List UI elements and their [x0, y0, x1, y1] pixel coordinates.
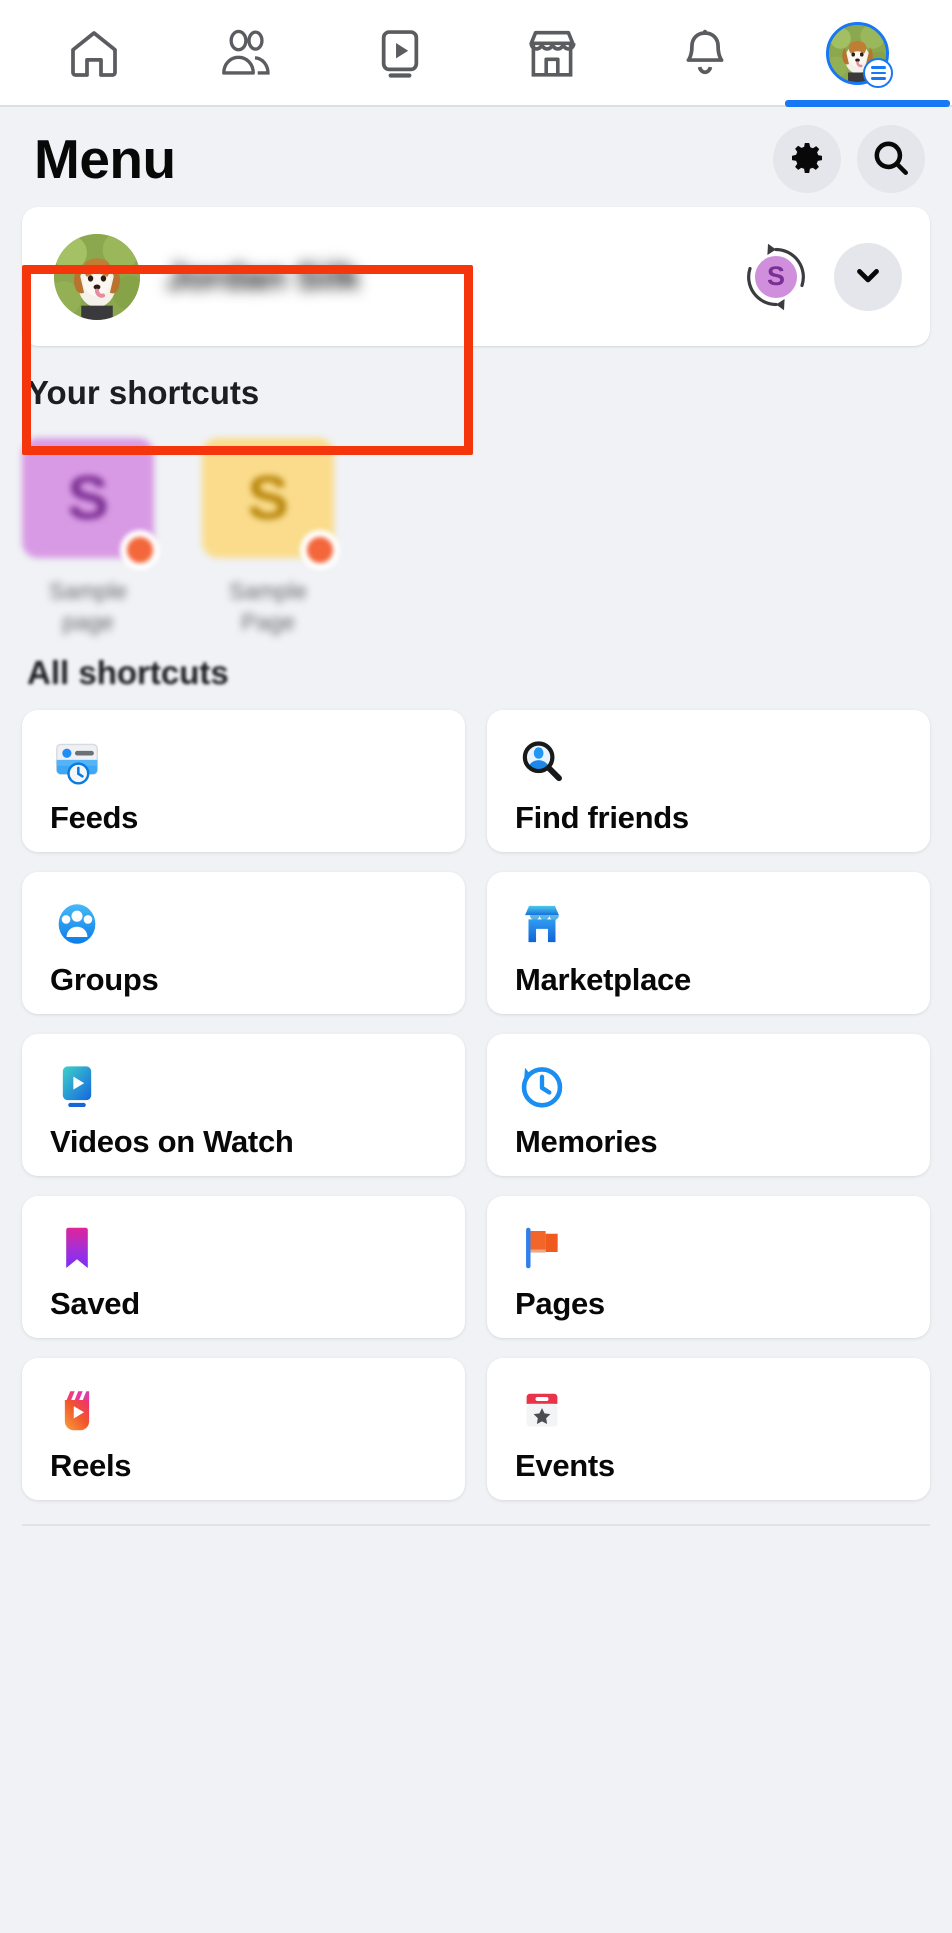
switch-profile-button[interactable]: S [740, 241, 812, 313]
shortcut-badge-icon [300, 530, 340, 570]
nav-avatar-wrapper[interactable] [826, 22, 889, 85]
menu-tile-videos-on-watch[interactable]: Videos on Watch [22, 1034, 465, 1176]
hamburger-menu-badge-icon [863, 58, 893, 88]
video-icon [372, 26, 428, 82]
settings-button[interactable] [773, 125, 841, 193]
menu-tile-label: Saved [50, 1286, 441, 1322]
menu-tile-label: Groups [50, 962, 441, 998]
search-button[interactable] [857, 125, 925, 193]
menu-tile-marketplace[interactable]: Marketplace [487, 872, 930, 1014]
menu-grid: Feeds Find friends [0, 692, 952, 1500]
shortcut-label: Sample Page [202, 576, 334, 638]
profile-controls: S [740, 241, 902, 313]
list-item[interactable]: S Sample Page [202, 438, 334, 638]
nav-item-friends[interactable] [171, 0, 324, 107]
menu-tile-reels[interactable]: Reels [22, 1358, 465, 1500]
bottom-divider [22, 1524, 930, 1526]
chevron-down-icon [851, 258, 885, 295]
watch-video-icon [50, 1056, 441, 1116]
nav-item-marketplace[interactable] [476, 0, 629, 107]
menu-tile-pages[interactable]: Pages [487, 1196, 930, 1338]
menu-tile-events[interactable]: Events [487, 1358, 930, 1500]
menu-tile-label: Marketplace [515, 962, 906, 998]
memories-clock-icon [515, 1056, 906, 1116]
marketplace-icon [523, 25, 581, 83]
groups-icon [50, 894, 441, 954]
profile-section: Jordan Silk S [0, 207, 952, 346]
your-shortcuts-title: Your shortcuts [0, 346, 952, 412]
profile-name: Jordan Silk [166, 256, 360, 298]
gear-icon [787, 138, 827, 181]
nav-item-notifications[interactable] [629, 0, 782, 107]
page-header: Menu [0, 107, 952, 207]
page-title: Menu [34, 127, 176, 191]
menu-tile-feeds[interactable]: Feeds [22, 710, 465, 852]
header-actions [773, 125, 925, 193]
menu-tile-label: Memories [515, 1124, 906, 1160]
nav-item-video[interactable] [323, 0, 476, 107]
home-icon [66, 26, 122, 82]
pages-flag-icon [515, 1218, 906, 1278]
bell-icon [677, 26, 733, 82]
events-calendar-icon [515, 1380, 906, 1440]
menu-tile-label: Reels [50, 1448, 441, 1484]
menu-tile-saved[interactable]: Saved [22, 1196, 465, 1338]
menu-tile-label: Events [515, 1448, 906, 1484]
feeds-icon [50, 732, 441, 792]
top-navigation-bar [0, 0, 952, 107]
menu-tile-label: Find friends [515, 800, 906, 836]
saved-bookmark-icon [50, 1218, 441, 1278]
menu-tile-find-friends[interactable]: Find friends [487, 710, 930, 852]
menu-tile-label: Videos on Watch [50, 1124, 441, 1160]
shortcut-label: Sample page [22, 576, 154, 638]
friends-icon [218, 25, 276, 83]
avatar [54, 234, 140, 320]
menu-tile-memories[interactable]: Memories [487, 1034, 930, 1176]
list-item[interactable]: S Sample page [22, 438, 154, 638]
menu-tile-label: Pages [515, 1286, 906, 1322]
all-shortcuts-title: All shortcuts [0, 638, 952, 692]
find-friends-icon [515, 732, 906, 792]
menu-tile-groups[interactable]: Groups [22, 872, 465, 1014]
menu-tile-label: Feeds [50, 800, 441, 836]
shortcut-badge-icon [120, 530, 160, 570]
marketplace-store-icon [515, 894, 906, 954]
search-icon [870, 137, 912, 182]
profile-card[interactable]: Jordan Silk S [22, 207, 930, 346]
nav-item-home[interactable] [18, 0, 171, 107]
reels-icon [50, 1380, 441, 1440]
shortcuts-list: S Sample page S Sample Page [0, 412, 952, 638]
switch-profile-icon [740, 241, 812, 313]
expand-profile-button[interactable] [834, 243, 902, 311]
nav-item-menu[interactable] [781, 0, 934, 107]
profile-identity[interactable]: Jordan Silk [54, 234, 740, 320]
